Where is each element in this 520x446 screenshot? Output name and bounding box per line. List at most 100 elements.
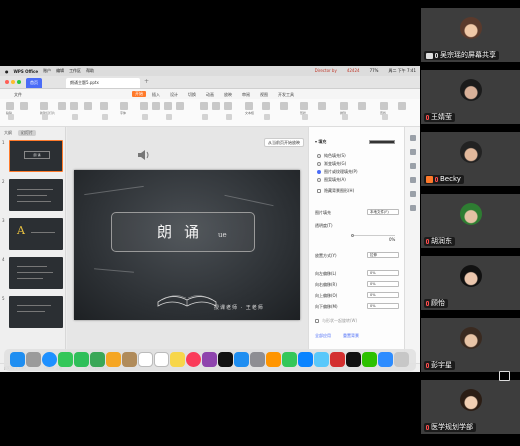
tv-icon[interactable] bbox=[218, 352, 233, 367]
participant-tile[interactable]: Becky bbox=[421, 132, 520, 186]
safari-icon[interactable] bbox=[42, 352, 57, 367]
messages-icon[interactable] bbox=[58, 352, 73, 367]
calendar-icon[interactable] bbox=[138, 352, 153, 367]
contacts-icon[interactable] bbox=[122, 352, 137, 367]
tab-outline[interactable]: 大纲 bbox=[4, 130, 12, 136]
transparency-slider[interactable] bbox=[351, 235, 395, 236]
facetime-icon[interactable] bbox=[74, 352, 89, 367]
radio-picture-fill[interactable] bbox=[317, 170, 321, 174]
toolbar-button[interactable] bbox=[70, 102, 78, 110]
toolbar-button[interactable] bbox=[40, 102, 48, 110]
toolbar-button[interactable] bbox=[380, 102, 388, 110]
play-from-current-button[interactable]: 从当前页开始放映 bbox=[264, 138, 304, 147]
placement-select[interactable]: 拉伸 bbox=[367, 252, 399, 258]
new-tab-button[interactable]: + bbox=[142, 78, 151, 88]
toolbar-button[interactable] bbox=[100, 102, 108, 110]
current-slide[interactable]: 朗诵 ue 授课老师 · 王老师 bbox=[74, 170, 300, 320]
participant-tile[interactable]: 胡润东 bbox=[421, 194, 520, 248]
participant-tile[interactable]: 彭宇星 bbox=[421, 318, 520, 372]
transition-icon[interactable] bbox=[410, 177, 416, 183]
launchpad-icon[interactable] bbox=[26, 352, 41, 367]
toolbar-button[interactable] bbox=[280, 102, 288, 110]
toolbar-button[interactable] bbox=[164, 102, 172, 110]
slide-thumb-5[interactable] bbox=[9, 296, 63, 328]
image-fill-select[interactable]: 本地文件(F) bbox=[367, 209, 399, 215]
menu-account[interactable]: 账户 bbox=[43, 68, 51, 74]
menu-transition[interactable]: 切换 bbox=[188, 92, 196, 98]
checkbox-hide-bg[interactable] bbox=[317, 189, 321, 193]
zoom-window-icon[interactable] bbox=[17, 80, 21, 84]
toolbar-button[interactable] bbox=[318, 102, 326, 110]
menu-workspace[interactable]: 工作区 bbox=[69, 68, 81, 74]
participant-tile[interactable]: 吴宗瑶的屏幕共享 bbox=[421, 8, 520, 62]
music-icon[interactable] bbox=[186, 352, 201, 367]
toolbar-small-button[interactable] bbox=[42, 114, 48, 120]
apply-all-button[interactable]: 全部应用 bbox=[315, 333, 331, 339]
slide-thumb-4[interactable] bbox=[9, 257, 63, 289]
wps-icon[interactable] bbox=[330, 352, 345, 367]
appstore-icon[interactable] bbox=[234, 352, 249, 367]
tab-home[interactable]: 首页 bbox=[26, 78, 42, 88]
offset-left-stepper[interactable]: 0% bbox=[367, 270, 399, 276]
toolbar-button[interactable] bbox=[358, 102, 366, 110]
maps-icon[interactable] bbox=[90, 352, 105, 367]
zoom-icon[interactable] bbox=[378, 352, 393, 367]
numbers-icon[interactable] bbox=[282, 352, 297, 367]
toolbar-button[interactable] bbox=[120, 102, 128, 110]
toolbar-small-button[interactable] bbox=[226, 114, 232, 120]
trash-icon[interactable] bbox=[394, 352, 409, 367]
menu-slideshow[interactable]: 放映 bbox=[224, 92, 232, 98]
toolbar-button[interactable] bbox=[200, 102, 208, 110]
wechat-icon[interactable] bbox=[362, 352, 377, 367]
menu-review[interactable]: 审阅 bbox=[242, 92, 250, 98]
pages-icon[interactable] bbox=[266, 352, 281, 367]
offset-right-stepper[interactable]: 0% bbox=[367, 281, 399, 287]
slide-thumb-3[interactable]: A bbox=[9, 218, 63, 250]
settings-icon[interactable] bbox=[250, 352, 265, 367]
toolbar-button[interactable] bbox=[84, 102, 92, 110]
reminders-icon[interactable] bbox=[154, 352, 169, 367]
toolbar-button[interactable] bbox=[20, 102, 28, 110]
toolbar-button[interactable] bbox=[176, 102, 184, 110]
slide-title-box[interactable]: 朗诵 ue bbox=[111, 212, 255, 252]
menu-view[interactable]: 视图 bbox=[260, 92, 268, 98]
close-window-icon[interactable] bbox=[5, 80, 9, 84]
menu-wps[interactable]: WPS Office bbox=[14, 69, 39, 74]
animation-icon[interactable] bbox=[410, 163, 416, 169]
offset-bottom-stepper[interactable]: 0% bbox=[367, 303, 399, 309]
fill-color-swatch[interactable] bbox=[369, 140, 395, 144]
menu-insert[interactable]: 插入 bbox=[152, 92, 160, 98]
radio-gradient-fill[interactable] bbox=[317, 162, 321, 166]
notes-icon[interactable] bbox=[170, 352, 185, 367]
keynote-icon[interactable] bbox=[298, 352, 313, 367]
toolbar-button[interactable] bbox=[245, 102, 253, 110]
toolbar-small-button[interactable] bbox=[102, 114, 108, 120]
menu-devtools[interactable]: 开发工具 bbox=[278, 92, 294, 98]
qq-icon[interactable] bbox=[346, 352, 361, 367]
menu-help[interactable]: 帮助 bbox=[86, 68, 94, 74]
toolbar-button[interactable] bbox=[58, 102, 66, 110]
radio-solid-fill[interactable] bbox=[317, 154, 321, 158]
checkbox-rotate-with-shape[interactable] bbox=[315, 319, 319, 323]
toolbar-small-button[interactable] bbox=[382, 114, 388, 120]
menu-edit[interactable]: 编辑 bbox=[56, 68, 64, 74]
properties-icon[interactable] bbox=[410, 135, 416, 141]
style-icon[interactable] bbox=[410, 149, 416, 155]
radio-pattern-fill[interactable] bbox=[317, 178, 321, 182]
toolbar-button[interactable] bbox=[224, 102, 232, 110]
toolbar-button[interactable] bbox=[340, 102, 348, 110]
toolbar-button[interactable] bbox=[262, 102, 270, 110]
toolbar-button[interactable] bbox=[152, 102, 160, 110]
participant-tile[interactable]: 医学规划学部 bbox=[421, 380, 520, 434]
reset-background-button[interactable]: 重置背景 bbox=[343, 333, 359, 339]
photos-icon[interactable] bbox=[106, 352, 121, 367]
tab-slides[interactable]: 幻灯片 bbox=[18, 130, 36, 136]
participant-tile[interactable]: 王婧莹 bbox=[421, 70, 520, 124]
preview-icon[interactable] bbox=[314, 352, 329, 367]
fill-section-header[interactable]: ▾ 填充 bbox=[315, 139, 326, 145]
toolbar-small-button[interactable] bbox=[302, 114, 308, 120]
toolbar-small-button[interactable] bbox=[72, 114, 78, 120]
participant-tile[interactable]: 顾怡 bbox=[421, 256, 520, 310]
slide-thumb-1[interactable]: 朗 诵 bbox=[9, 140, 63, 172]
menu-home[interactable]: 开始 bbox=[132, 91, 146, 97]
